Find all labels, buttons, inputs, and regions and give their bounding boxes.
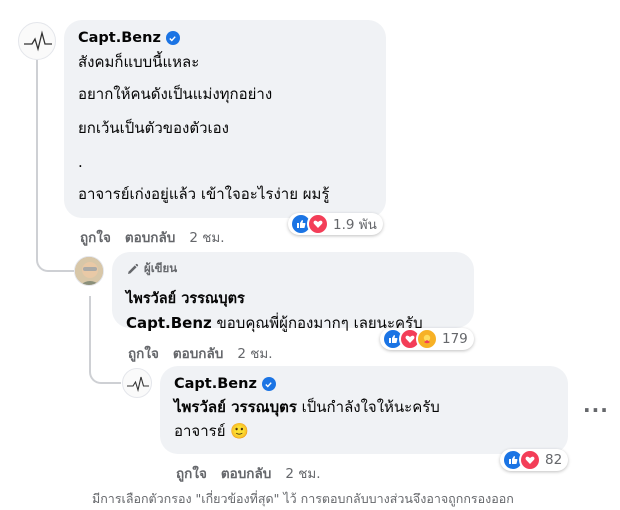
mention-tag[interactable]: Capt.Benz (126, 314, 212, 332)
verified-badge-icon (261, 377, 276, 391)
comment-author[interactable]: Capt.Benz (174, 376, 257, 392)
avatar-capt-benz[interactable] (18, 22, 56, 60)
reaction-summary-3[interactable]: 82 (500, 449, 569, 471)
comment-line: สังคมก็แบบนี้แหละ (78, 53, 200, 71)
like-button[interactable]: ถูกใจ (128, 342, 159, 364)
comment-actions-1: ถูกใจ ตอบกลับ 2 ชม. (80, 226, 225, 248)
avatar-capt-benz[interactable] (122, 368, 152, 398)
comment-bubble-2: ผู้เขียน ไพรวัลย์ วรรณบุตร Capt.Benz ขอบ… (112, 252, 474, 332)
comment-time[interactable]: 2 ชม. (189, 226, 224, 248)
comment-actions-3: ถูกใจ ตอบกลับ 2 ชม. (176, 462, 321, 484)
comment-line: อยากให้คนดังเป็นแม่งทุกอย่าง (78, 85, 273, 103)
reaction-summary-2[interactable]: 179 (380, 328, 474, 350)
like-button[interactable]: ถูกใจ (80, 226, 111, 248)
comment-text-line-2: อาจารย์ 🙂 (174, 422, 249, 440)
comment-author[interactable]: ไพรวัลย์ วรรณบุตร (126, 287, 245, 310)
like-button[interactable]: ถูกใจ (176, 462, 207, 484)
pen-icon (128, 263, 139, 274)
reply-button[interactable]: ตอบกลับ (125, 226, 175, 248)
comment-bubble-3: Capt.Benz ไพรวัลย์ วรรณบุตร เป็นกำลังใจใ… (160, 366, 568, 454)
mention-tag[interactable]: ไพรวัลย์ วรรณบุตร (174, 398, 297, 416)
reaction-count: 179 (442, 331, 468, 347)
care-reaction-icon (416, 328, 438, 350)
comment-text: ไพรวัลย์ วรรณบุตร เป็นกำลังใจให้นะครับ (174, 397, 554, 417)
reply-button[interactable]: ตอบกลับ (173, 342, 223, 364)
reaction-count: 1.9 พัน (333, 217, 377, 233)
love-reaction-icon (519, 449, 541, 471)
comment-actions-2: ถูกใจ ตอบกลับ 2 ชม. (128, 342, 273, 364)
reply-button[interactable]: ตอบกลับ (221, 462, 271, 484)
more-options-icon[interactable]: ··· (583, 398, 609, 422)
comment-body: เป็นกำลังใจให้นะครับ (296, 398, 440, 416)
comment-line: ยกเว้นเป็นตัวของตัวเอง (78, 119, 229, 137)
comment-line: . (78, 153, 83, 171)
comment-time[interactable]: 2 ชม. (237, 342, 272, 364)
signature-icon (24, 30, 52, 52)
avatar-author[interactable] (74, 256, 104, 286)
filter-note: มีการเลือกตัวกรอง "เกี่ยวข้องที่สุด" ไว้… (92, 491, 514, 506)
comment-bubble-1: Capt.Benz สังคมก็แบบนี้แหละ อยากให้คนดัง… (64, 20, 386, 218)
profile-photo-icon (75, 257, 103, 285)
comment-author[interactable]: Capt.Benz (78, 30, 161, 46)
love-reaction-icon (307, 213, 329, 235)
signature-icon (127, 376, 149, 393)
reaction-summary-1[interactable]: 1.9 พัน (288, 213, 383, 235)
author-badge: ผู้เขียน (126, 260, 460, 278)
comment-time[interactable]: 2 ชม. (285, 462, 320, 484)
author-badge-label: ผู้เขียน (144, 261, 178, 275)
comment-line: อาจารย์เก่งอยู่แล้ว เข้าใจอะไรง่าย ผมรู้ (78, 185, 330, 203)
reaction-count: 82 (545, 452, 563, 468)
verified-badge-icon (165, 31, 180, 45)
